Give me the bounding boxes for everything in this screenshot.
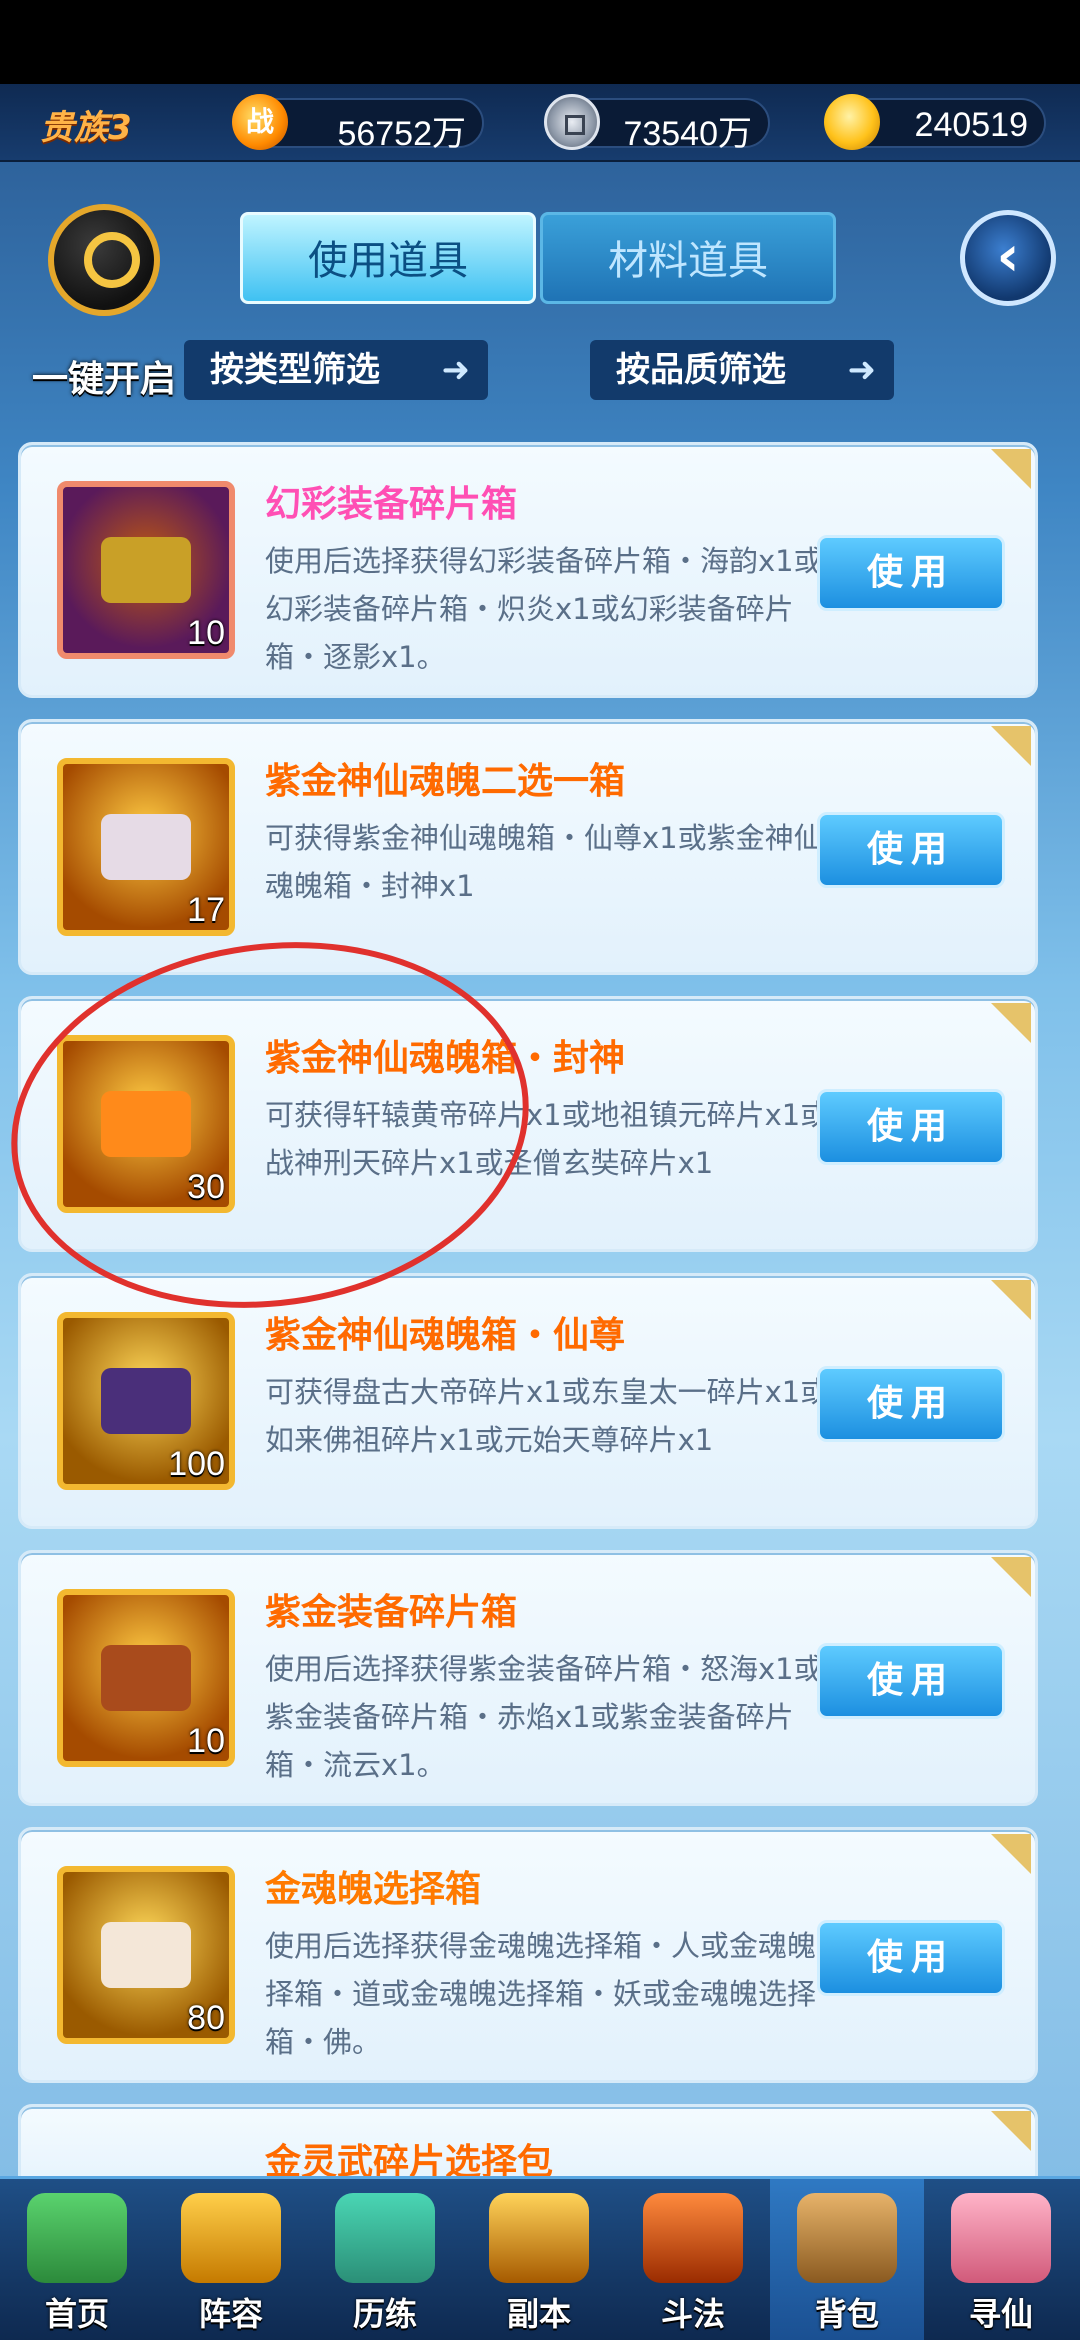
corner-ornament	[991, 726, 1031, 766]
list-item[interactable]: 10 幻彩装备碎片箱 使用后选择获得幻彩装备碎片箱・海韵x1或幻彩装备碎片箱・炽…	[18, 442, 1038, 698]
filter-by-type-label: 按类型筛选	[210, 350, 380, 390]
item-description: 可获得紫金神仙魂魄箱・仙尊x1或紫金神仙魂魄箱・封神x1	[265, 821, 823, 903]
item-count: 17	[187, 891, 225, 929]
item-thumbnail[interactable]: 17	[57, 758, 235, 936]
vip-level[interactable]: 贵族3	[40, 100, 132, 149]
tab-use-items[interactable]: 使用道具	[240, 212, 536, 304]
game-screen: 贵族3 战 56752万 73540万 240519 一键开启 使用道具 材料道…	[0, 84, 1080, 2340]
use-button[interactable]: 使用	[817, 1366, 1005, 1442]
chest-icon	[101, 537, 191, 603]
corner-ornament	[991, 1280, 1031, 1320]
use-button[interactable]: 使用	[817, 535, 1005, 611]
gold-value: 240519	[914, 106, 1028, 144]
nav-home[interactable]: 首页	[0, 2179, 154, 2340]
use-button[interactable]: 使用	[817, 1920, 1005, 1996]
item-description: 使用后选择获得金魂魄选择箱・人或金魂魄选择箱・道或金魂魄选择箱・妖或金魂魄选择箱…	[265, 1929, 846, 2059]
dark-warrior-icon	[101, 1368, 191, 1434]
item-name: 幻彩装备碎片箱	[265, 484, 518, 525]
item-thumbnail[interactable]: 100	[57, 1312, 235, 1490]
soul-portrait-icon	[101, 814, 191, 880]
resource-bar: 贵族3 战 56752万 73540万 240519	[0, 84, 1080, 162]
bottom-navigation: 首页 阵容 历练 副本 斗法 背包 寻仙	[0, 2176, 1080, 2340]
fairy-icon	[951, 2193, 1051, 2283]
use-button[interactable]: 使用	[817, 1643, 1005, 1719]
nav-battle[interactable]: 斗法	[616, 2179, 770, 2340]
filter-by-quality-label: 按品质筛选	[616, 350, 786, 390]
gourd-icon	[335, 2193, 435, 2283]
item-name: 金魂魄选择箱	[265, 1869, 482, 1910]
corner-ornament	[991, 2111, 1031, 2151]
gold-resource: 240519	[824, 94, 1046, 150]
power-icon: 战	[232, 94, 288, 150]
one-key-open-label: 一键开启	[31, 359, 176, 400]
one-key-open-button[interactable]: 一键开启	[24, 194, 184, 414]
item-thumbnail[interactable]: 80	[57, 1866, 235, 2044]
filter-by-quality-button[interactable]: 按品质筛选 ➜	[590, 340, 894, 400]
nav-seek-immortal[interactable]: 寻仙	[924, 2179, 1080, 2340]
coin-value: 73540万	[623, 115, 752, 153]
nav-dungeon-label: 副本	[506, 2295, 571, 2333]
power-resource: 战 56752万	[232, 94, 484, 153]
item-count: 10	[187, 1722, 225, 1760]
nav-training-label: 历练	[352, 2295, 417, 2333]
lineup-icon	[181, 2193, 281, 2283]
item-count: 80	[187, 1999, 225, 2037]
tab-material-items[interactable]: 材料道具	[540, 212, 836, 304]
arrow-right-icon: ➜	[441, 350, 471, 390]
nav-home-label: 首页	[44, 2295, 109, 2333]
back-arrow-icon: ‹	[996, 224, 1020, 289]
soul-portrait-icon	[101, 1922, 191, 1988]
nav-battle-label: 斗法	[660, 2295, 725, 2333]
power-value: 56752万	[337, 115, 466, 153]
arrow-right-icon: ➜	[847, 350, 877, 390]
gold-ingot-icon	[824, 94, 880, 150]
item-name: 紫金装备碎片箱	[265, 1592, 518, 1633]
item-count: 10	[187, 614, 225, 652]
backpack-icon	[797, 2193, 897, 2283]
filter-by-type-button[interactable]: 按类型筛选 ➜	[184, 340, 488, 400]
key-icon	[48, 204, 160, 316]
coin-resource: 73540万	[544, 94, 770, 153]
corner-ornament	[991, 449, 1031, 489]
nav-lineup-label: 阵容	[198, 2295, 263, 2333]
home-island-icon	[27, 2193, 127, 2283]
nav-backpack-label: 背包	[814, 2295, 879, 2333]
item-thumbnail[interactable]: 10	[57, 1589, 235, 1767]
item-thumbnail[interactable]: 10	[57, 481, 235, 659]
item-name: 紫金神仙魂魄二选一箱	[265, 761, 626, 802]
list-item[interactable]: 100 紫金神仙魂魄箱・仙尊 可获得盘古大帝碎片x1或东皇太一碎片x1或如来佛祖…	[18, 1273, 1038, 1529]
item-description: 可获得盘古大帝碎片x1或东皇太一碎片x1或如来佛祖碎片x1或元始天尊碎片x1	[265, 1375, 830, 1457]
chest-icon	[101, 1645, 191, 1711]
use-button[interactable]: 使用	[817, 1089, 1005, 1165]
list-item[interactable]: 10 紫金装备碎片箱 使用后选择获得紫金装备碎片箱・怒海x1或紫金装备碎片箱・赤…	[18, 1550, 1038, 1806]
nav-seek-immortal-label: 寻仙	[968, 2295, 1033, 2333]
corner-ornament	[991, 1834, 1031, 1874]
item-count: 100	[168, 1445, 225, 1483]
sword-icon	[643, 2193, 743, 2283]
coin-icon	[544, 94, 600, 150]
nav-training[interactable]: 历练	[308, 2179, 462, 2340]
nav-lineup[interactable]: 阵容	[154, 2179, 308, 2340]
item-description: 使用后选择获得幻彩装备碎片箱・海韵x1或幻彩装备碎片箱・炽炎x1或幻彩装备碎片箱…	[265, 544, 823, 674]
status-bar	[0, 0, 1080, 84]
list-item[interactable]: 80 金魂魄选择箱 使用后选择获得金魂魄选择箱・人或金魂魄选择箱・道或金魂魄选择…	[18, 1827, 1038, 2083]
corner-ornament	[991, 1557, 1031, 1597]
back-button[interactable]: ‹	[960, 210, 1056, 306]
corner-ornament	[991, 1003, 1031, 1043]
nav-backpack[interactable]: 背包	[770, 2179, 924, 2340]
gate-icon	[489, 2193, 589, 2283]
nav-dungeon[interactable]: 副本	[462, 2179, 616, 2340]
item-name: 紫金神仙魂魄箱・仙尊	[265, 1315, 626, 1356]
list-item[interactable]: 17 紫金神仙魂魄二选一箱 可获得紫金神仙魂魄箱・仙尊x1或紫金神仙魂魄箱・封神…	[18, 719, 1038, 975]
item-description: 使用后选择获得紫金装备碎片箱・怒海x1或紫金装备碎片箱・赤焰x1或紫金装备碎片箱…	[265, 1652, 823, 1782]
use-button[interactable]: 使用	[817, 812, 1005, 888]
